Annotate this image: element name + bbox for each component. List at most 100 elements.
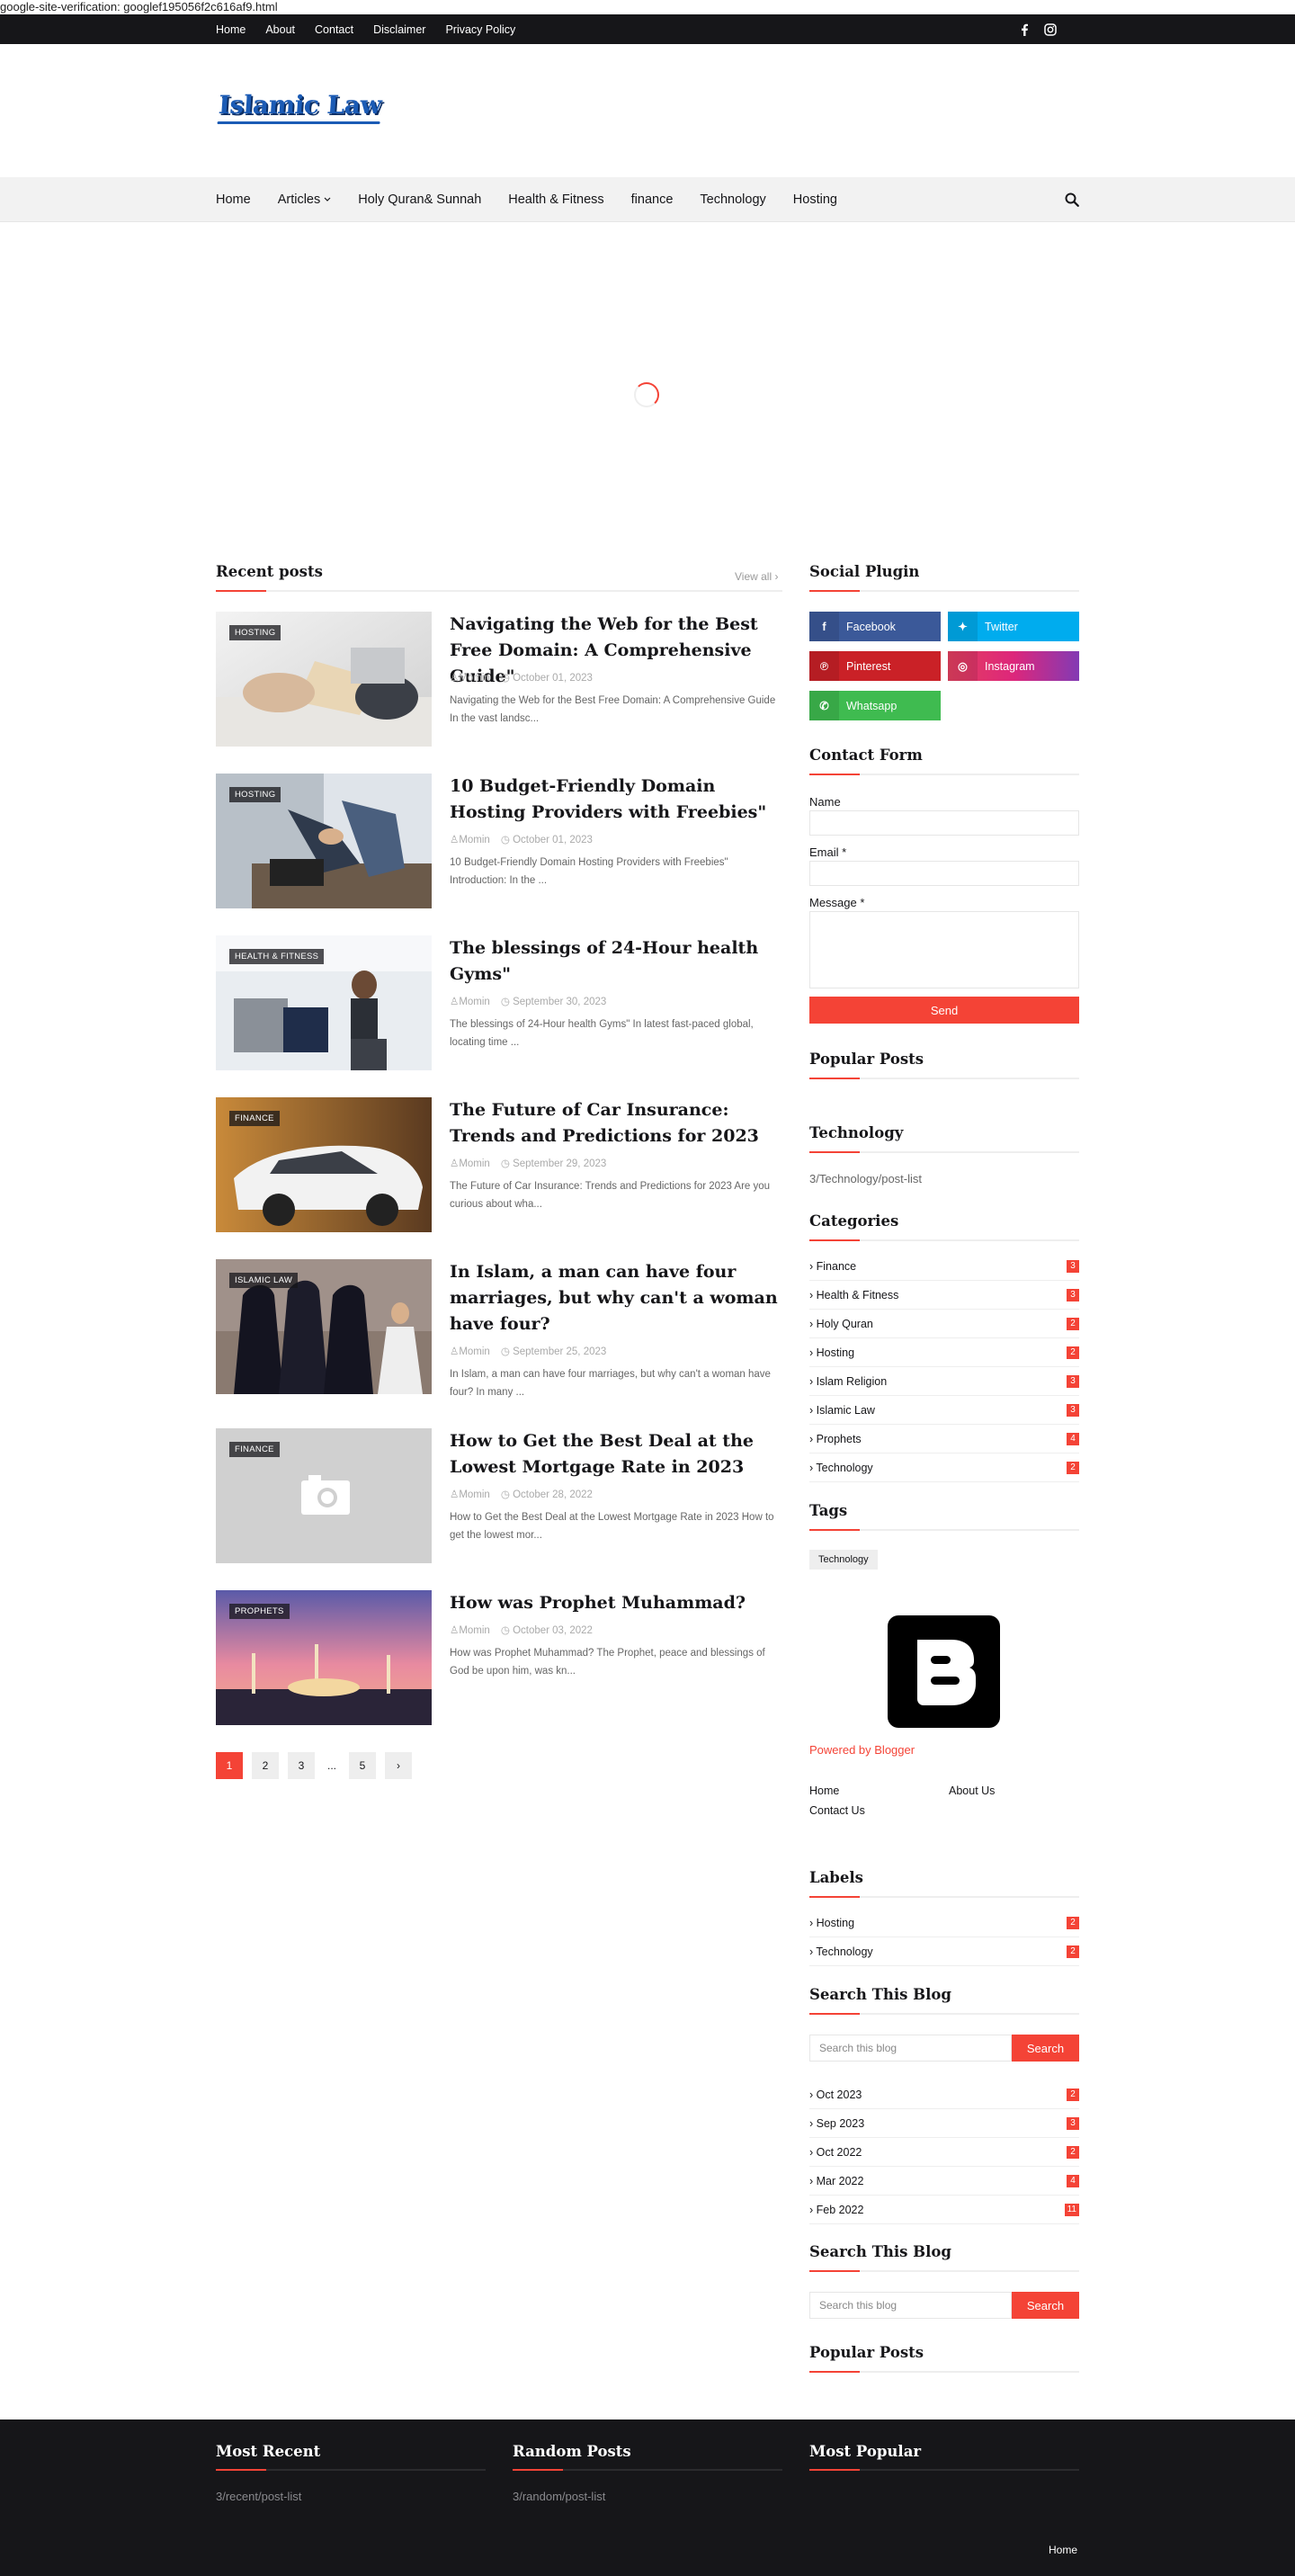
message-field[interactable] [809,911,1079,988]
nav-health[interactable]: Health & Fitness [508,192,603,207]
search-blog-input[interactable]: Search this blog [809,2035,1012,2062]
nav-hosting[interactable]: Hosting [793,192,837,207]
post-thumbnail[interactable]: ISLAMIC LAW [216,1259,432,1394]
page-3[interactable]: 3 [288,1752,315,1779]
nav-quran[interactable]: Holy Quran& Sunnah [358,192,481,207]
post-label[interactable]: PROPHETS [229,1604,290,1619]
post-thumbnail[interactable]: FINANCE [216,1097,432,1232]
pinterest-button[interactable]: ℗ Pinterest [809,651,941,681]
page-5[interactable]: 5 [349,1752,376,1779]
category-item[interactable]: › Islam Religion 3 [809,1367,1079,1396]
clock-icon: ◷ October 03, 2022 [500,1625,593,1636]
top-link-about[interactable]: About [265,23,295,36]
post-title[interactable]: In Islam, a man can have four marriages,… [450,1259,791,1337]
post-item[interactable]: ISLAMIC LAW In Islam, a man can have fou… [216,1259,782,1398]
nav-technology[interactable]: Technology [700,192,765,207]
top-link-disclaimer[interactable]: Disclaimer [373,23,425,36]
post-label[interactable]: FINANCE [229,1111,280,1126]
nav-finance[interactable]: finance [631,192,674,207]
archive-item[interactable]: › Sep 2023 3 [809,2109,1079,2138]
instagram-icon[interactable] [1044,22,1057,36]
powered-by-blogger-link[interactable]: Powered by Blogger [809,1743,915,1757]
category-item[interactable]: › Islamic Law 3 [809,1396,1079,1425]
top-nav: Home About Contact Disclaimer Privacy Po… [216,14,535,44]
post-snippet: In Islam, a man can have four marriages,… [450,1369,771,1398]
whatsapp-button[interactable]: ✆ Whatsapp [809,691,941,720]
post-thumbnail[interactable]: HEALTH & FITNESS [216,935,432,1070]
nav-articles[interactable]: Articles [278,192,332,207]
footer-home-link[interactable]: Home [1049,2544,1077,2556]
post-thumbnail[interactable]: FINANCE [216,1428,432,1563]
twitter-button[interactable]: ✦ Twitter [948,612,1079,641]
search-blog-title: Search This Blog [809,1986,951,2003]
search-blog-button[interactable]: Search [1012,2035,1079,2062]
next-page-button[interactable]: › [385,1752,412,1779]
search-blog-form: Search this blog Search [809,2035,1079,2062]
search-icon[interactable] [1064,192,1080,208]
label-item[interactable]: › Hosting 2 [809,1909,1079,1937]
post-title[interactable]: 10 Budget-Friendly Domain Hosting Provid… [450,774,791,826]
post-label[interactable]: ISLAMIC LAW [229,1273,299,1288]
page-1[interactable]: 1 [216,1752,243,1779]
category-item[interactable]: › Finance 3 [809,1252,1079,1281]
category-item[interactable]: › Health & Fitness 3 [809,1281,1079,1310]
archive-item[interactable]: › Oct 2023 2 [809,2080,1079,2109]
tag-chip[interactable]: Technology [809,1550,878,1570]
archive-item[interactable]: › Mar 2022 4 [809,2167,1079,2196]
post-thumbnail[interactable]: HOSTING [216,612,432,747]
post-item[interactable]: HEALTH & FITNESS The blessings of 24-Hou… [216,935,782,1070]
post-label[interactable]: HOSTING [229,625,281,640]
post-thumbnail[interactable]: HOSTING [216,774,432,908]
post-item[interactable]: HOSTING Navigating the Web for the Best … [216,612,782,747]
post-title[interactable]: The Future of Car Insurance: Trends and … [450,1097,791,1149]
facebook-icon[interactable] [1019,23,1030,36]
page-link-contact[interactable]: Contact Us [809,1804,865,1817]
name-field[interactable] [809,810,1079,836]
category-item[interactable]: › Holy Quran 2 [809,1310,1079,1338]
post-item[interactable]: HOSTING 10 Budget-Friendly Domain Hostin… [216,774,782,908]
facebook-button[interactable]: f Facebook [809,612,941,641]
search-blog-underline [809,2013,1079,2015]
category-item[interactable]: › Prophets 4 [809,1425,1079,1453]
labels-underline [809,1896,1079,1898]
send-button[interactable]: Send [809,997,1079,1024]
email-field[interactable] [809,861,1079,886]
post-snippet: How to Get the Best Deal at the Lowest M… [450,1512,774,1541]
archive-item[interactable]: › Oct 2022 2 [809,2138,1079,2167]
blogger-logo-icon[interactable] [888,1615,1000,1728]
search-blog-button-2[interactable]: Search [1012,2292,1079,2319]
site-logo[interactable]: Islamic Law [218,90,382,120]
categories-title: Categories [809,1212,899,1230]
post-title[interactable]: The blessings of 24-Hour health Gyms" [450,935,791,988]
post-meta: ♙Momin ◷ October 28, 2022 [450,1488,593,1500]
post-item[interactable]: FINANCE How to Get the Best Deal at the … [216,1428,782,1563]
page-link-home[interactable]: Home [809,1784,839,1797]
post-title[interactable]: How to Get the Best Deal at the Lowest M… [450,1428,791,1480]
footer-most-recent-text: 3/recent/post-list [216,2490,302,2503]
post-title[interactable]: How was Prophet Muhammad? [450,1590,791,1616]
post-label[interactable]: FINANCE [229,1442,280,1457]
label-item[interactable]: › Technology 2 [809,1937,1079,1966]
search-blog-input-2[interactable]: Search this blog [809,2292,1012,2319]
post-item[interactable]: FINANCE The Future of Car Insurance: Tre… [216,1097,782,1232]
category-item[interactable]: › Technology 2 [809,1453,1079,1482]
post-label[interactable]: HEALTH & FITNESS [229,949,325,964]
top-link-home[interactable]: Home [216,23,246,36]
view-all-link[interactable]: View all › [735,570,778,583]
page-link-about[interactable]: About Us [949,1784,995,1797]
technology-widget-text: 3/Technology/post-list [809,1172,923,1185]
post-label[interactable]: HOSTING [229,787,281,802]
category-item[interactable]: › Hosting 2 [809,1338,1079,1367]
nav-home[interactable]: Home [216,192,251,207]
instagram-button[interactable]: ◎ Instagram [948,651,1079,681]
post-thumbnail[interactable]: PROPHETS [216,1590,432,1725]
label-count: 2 [1067,1916,1079,1929]
archive-item[interactable]: › Feb 2022 11 [809,2196,1079,2224]
chevron-down-icon [324,197,331,201]
page-2[interactable]: 2 [252,1752,279,1779]
top-link-contact[interactable]: Contact [315,23,353,36]
categories-underline [809,1239,1079,1241]
email-label: Email * [809,845,847,859]
post-item[interactable]: PROPHETS How was Prophet Muhammad? ♙Momi… [216,1590,782,1725]
top-link-privacy[interactable]: Privacy Policy [445,23,515,36]
